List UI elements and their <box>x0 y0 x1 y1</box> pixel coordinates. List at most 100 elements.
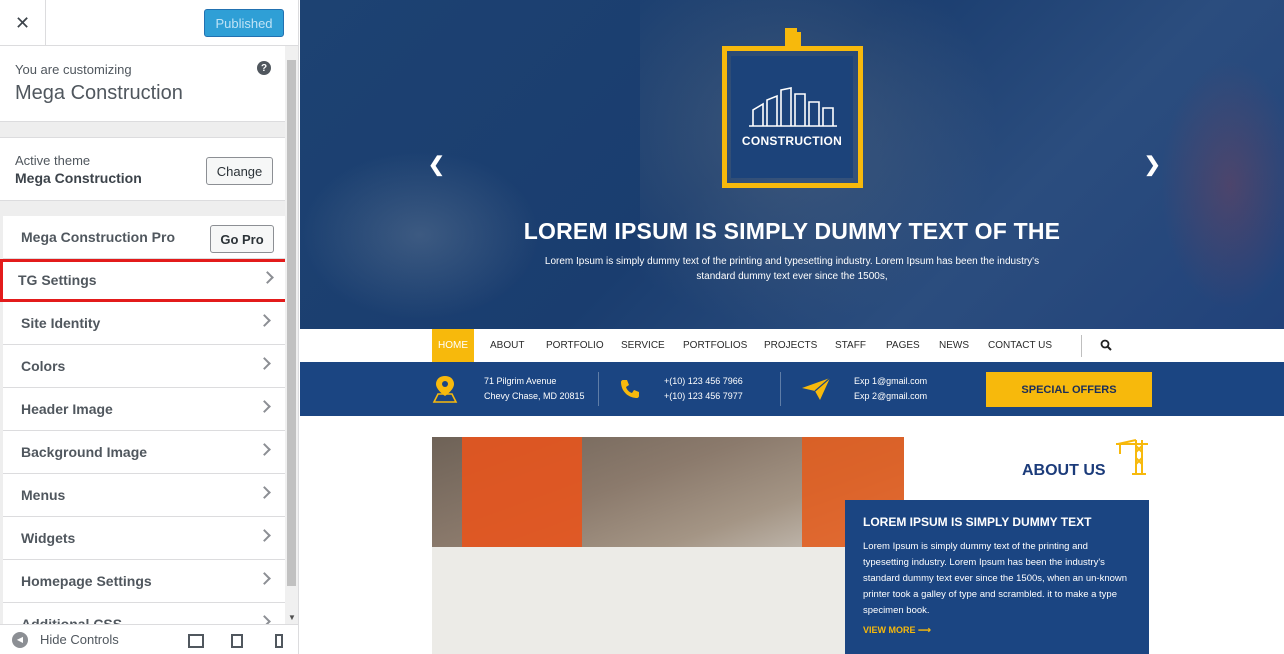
panel-widgets[interactable]: Widgets <box>3 517 285 560</box>
site-title: Mega Construction <box>15 82 183 104</box>
hero-photo-detail <box>1160 60 1284 310</box>
collapse-icon[interactable]: ◀ <box>12 631 28 648</box>
chevron-right-icon <box>258 400 271 413</box>
special-offers-button[interactable]: SPECIAL OFFERS <box>986 372 1152 407</box>
panel-label: Widgets <box>21 530 76 546</box>
nav-projects[interactable]: PROJECTS <box>762 329 819 362</box>
sidebar-scrollbar[interactable]: ▼ <box>285 46 298 624</box>
chevron-right-icon <box>258 357 271 370</box>
logo-flag <box>785 28 797 46</box>
address-line-1: 71 Pilgrim Avenue <box>484 376 557 386</box>
nav-divider <box>1081 335 1082 357</box>
customizing-label: You are customizing <box>15 62 132 77</box>
nav-contact-us[interactable]: CONTACT US <box>986 329 1054 362</box>
crane-icon <box>1116 439 1148 475</box>
nav-news[interactable]: NEWS <box>937 329 971 362</box>
desktop-preview-icon[interactable] <box>188 634 204 648</box>
panel-label: Additional CSS <box>21 616 123 624</box>
hero-subtitle: Lorem Ipsum is simply dummy text of the … <box>544 256 1040 282</box>
address-line-2: Chevy Chase, MD 20815 <box>484 391 585 401</box>
panel-background-image[interactable]: Background Image <box>3 431 285 474</box>
go-pro-button[interactable]: Go Pro <box>210 225 274 253</box>
hero-slider: ❮ ❯ CONSTRUCTION LOREM IPSUM IS SIMPLY D… <box>300 0 1284 329</box>
customizer-footer: ◀ Hide Controls <box>0 624 298 654</box>
nav-home[interactable]: HOME <box>432 329 474 362</box>
pro-label: Mega Construction Pro <box>21 229 176 245</box>
site-preview: ❮ ❯ CONSTRUCTION LOREM IPSUM IS SIMPLY D… <box>300 0 1284 654</box>
hide-controls-button[interactable]: Hide Controls <box>40 632 119 647</box>
phone-2[interactable]: +(10) 123 456 7977 <box>664 389 743 404</box>
tablet-preview-icon[interactable] <box>231 634 243 648</box>
panel-header-image[interactable]: Header Image <box>3 388 285 431</box>
phone-1[interactable]: +(10) 123 456 7966 <box>664 374 743 389</box>
customizer-panels: You are customizing Mega Construction ? … <box>0 46 285 624</box>
chevron-right-icon <box>258 572 271 585</box>
about-heading: LOREM IPSUM IS SIMPLY DUMMY TEXT <box>863 515 1092 529</box>
nav-portfolios[interactable]: PORTFOLIOS <box>681 329 749 362</box>
site-nav: HOME ABOUT PORTFOLIO SERVICE PORTFOLIOS … <box>300 329 1284 362</box>
slider-prev-icon[interactable]: ❮ <box>428 152 445 177</box>
about-text: Lorem Ipsum is simply dummy text of the … <box>863 541 1128 616</box>
panel-menus[interactable]: Menus <box>3 474 285 517</box>
nav-pages[interactable]: PAGES <box>884 329 922 362</box>
close-icon: ✕ <box>14 12 31 33</box>
paper-plane-icon <box>802 377 831 400</box>
active-theme-section: Active theme Mega Construction Change <box>0 137 285 201</box>
customizing-info: You are customizing Mega Construction ? <box>0 46 285 122</box>
about-us-title: ABOUT US <box>1022 462 1106 479</box>
pro-upsell-row: Mega Construction Pro Go Pro <box>3 216 285 259</box>
panel-tg-settings[interactable]: TG Settings <box>0 259 285 302</box>
panel-label: TG Settings <box>18 272 97 288</box>
panel-site-identity[interactable]: Site Identity <box>3 302 285 345</box>
change-theme-button[interactable]: Change <box>206 157 273 185</box>
info-divider <box>598 372 599 406</box>
city-skyline-icon <box>749 87 837 127</box>
scrollbar-thumb[interactable] <box>287 60 296 586</box>
nav-about[interactable]: ABOUT <box>488 329 526 362</box>
email-1[interactable]: Exp 1@gmail.com <box>854 374 927 389</box>
info-divider <box>780 372 781 406</box>
chevron-right-icon <box>258 443 271 456</box>
chevron-right-icon <box>258 615 271 624</box>
site-logo[interactable]: CONSTRUCTION <box>721 28 863 188</box>
nav-staff[interactable]: STAFF <box>833 329 868 362</box>
phone-block: +(10) 123 456 7966 +(10) 123 456 7977 <box>664 374 743 404</box>
email-2[interactable]: Exp 2@gmail.com <box>854 389 927 404</box>
panel-homepage-settings[interactable]: Homepage Settings <box>3 560 285 603</box>
scroll-down-icon[interactable]: ▼ <box>288 613 296 622</box>
about-card: LOREM IPSUM IS SIMPLY DUMMY TEXT Lorem I… <box>845 500 1149 654</box>
panel-additional-css[interactable]: Additional CSS <box>3 603 285 624</box>
logo-flag-stripe <box>797 32 801 46</box>
nav-portfolio[interactable]: PORTFOLIO <box>544 329 606 362</box>
customizer-header: ✕ Published <box>0 0 298 46</box>
help-icon[interactable]: ? <box>257 61 271 75</box>
chevron-right-icon <box>258 486 271 499</box>
about-photo <box>432 437 904 654</box>
address-block: 71 Pilgrim Avenue Chevy Chase, MD 20815 <box>484 374 585 404</box>
mobile-preview-icon[interactable] <box>275 634 283 648</box>
nav-service[interactable]: SERVICE <box>619 329 667 362</box>
location-pin-icon <box>432 376 458 403</box>
panel-list: Mega Construction Pro Go Pro TG Settings… <box>0 216 285 624</box>
panel-label: Header Image <box>21 401 113 417</box>
email-block: Exp 1@gmail.com Exp 2@gmail.com <box>854 374 927 404</box>
logo-text: CONSTRUCTION <box>741 134 843 148</box>
customizer-sidebar: ✕ Published You are customizing Mega Con… <box>0 0 299 654</box>
view-more-link[interactable]: VIEW MORE ⟶ <box>863 625 1131 636</box>
chevron-right-icon <box>261 271 274 284</box>
chevron-right-icon <box>258 529 271 542</box>
search-icon[interactable] <box>1100 339 1112 351</box>
phone-icon <box>621 380 639 398</box>
slider-next-icon[interactable]: ❯ <box>1144 152 1161 177</box>
chevron-right-icon <box>258 314 271 327</box>
close-customizer-button[interactable]: ✕ <box>0 0 46 46</box>
panel-label: Homepage Settings <box>21 573 152 589</box>
contact-info-bar: 71 Pilgrim Avenue Chevy Chase, MD 20815 … <box>300 362 1284 416</box>
hero-title: LOREM IPSUM IS SIMPLY DUMMY TEXT OF THE <box>523 218 1061 244</box>
publish-button[interactable]: Published <box>204 9 284 37</box>
panel-label: Site Identity <box>21 315 101 331</box>
panel-label: Menus <box>21 487 66 503</box>
panel-colors[interactable]: Colors <box>3 345 285 388</box>
photo-detail-vest-left <box>462 437 582 547</box>
panel-label: Colors <box>21 358 66 374</box>
